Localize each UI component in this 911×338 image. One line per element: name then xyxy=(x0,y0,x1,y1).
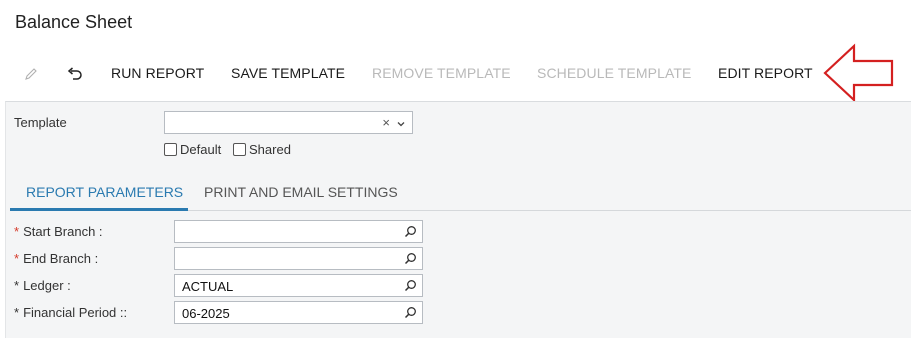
ledger-input[interactable]: ACTUAL xyxy=(174,274,423,297)
required-marker: * xyxy=(14,305,20,320)
start-branch-label-text: Start Branch : xyxy=(23,224,103,239)
ledger-value: ACTUAL xyxy=(182,279,234,294)
start-branch-label: * Start Branch : xyxy=(14,224,103,239)
toolbar: RUN REPORT SAVE TEMPLATE REMOVE TEMPLATE… xyxy=(0,60,911,88)
remove-template-button[interactable]: REMOVE TEMPLATE xyxy=(372,65,511,81)
end-branch-label-text: End Branch : xyxy=(23,251,99,266)
default-checkbox-label: Default xyxy=(180,142,222,157)
shared-checkbox-label: Shared xyxy=(249,142,291,157)
end-branch-label: * End Branch : xyxy=(14,251,98,266)
undo-icon[interactable] xyxy=(65,64,85,84)
save-template-button[interactable]: SAVE TEMPLATE xyxy=(231,65,345,81)
financial-period-input[interactable]: 06-2025 xyxy=(174,301,423,324)
ledger-label: * Ledger : xyxy=(14,278,71,293)
end-branch-input[interactable] xyxy=(174,247,423,270)
shared-checkbox[interactable]: Shared xyxy=(233,142,291,157)
template-select[interactable]: × xyxy=(164,111,413,134)
schedule-template-button[interactable]: SCHEDULE TEMPLATE xyxy=(537,65,691,81)
required-marker: * xyxy=(14,224,20,239)
default-checkbox-box[interactable] xyxy=(164,143,177,156)
search-icon[interactable] xyxy=(404,225,417,241)
run-report-button[interactable]: RUN REPORT xyxy=(111,65,204,81)
clear-icon[interactable]: × xyxy=(382,115,390,130)
edit-report-button[interactable]: EDIT REPORT xyxy=(718,65,813,81)
arrow-left-outline-icon xyxy=(822,43,896,108)
search-icon[interactable] xyxy=(404,279,417,295)
financial-period-value: 06-2025 xyxy=(182,306,230,321)
search-icon[interactable] xyxy=(404,252,417,268)
active-tab-indicator xyxy=(10,208,188,211)
financial-period-label-text: Financial Period :: xyxy=(23,305,128,320)
required-marker: * xyxy=(14,278,20,293)
template-label: Template xyxy=(14,115,67,130)
ledger-label-text: Ledger : xyxy=(23,278,71,293)
shared-checkbox-box[interactable] xyxy=(233,143,246,156)
search-icon[interactable] xyxy=(404,306,417,322)
page-title: Balance Sheet xyxy=(15,12,133,32)
required-marker: * xyxy=(14,251,20,266)
chevron-down-icon[interactable] xyxy=(396,116,406,134)
tab-bar: REPORT PARAMETERS PRINT AND EMAIL SETTIN… xyxy=(10,176,911,211)
default-checkbox[interactable]: Default xyxy=(164,142,221,157)
start-branch-input[interactable] xyxy=(174,220,423,243)
financial-period-label: * Financial Period :: xyxy=(14,305,127,320)
tab-print-and-email-settings[interactable]: PRINT AND EMAIL SETTINGS xyxy=(204,184,398,200)
pencil-icon[interactable] xyxy=(21,64,41,84)
report-form-panel xyxy=(5,101,911,338)
tab-report-parameters[interactable]: REPORT PARAMETERS xyxy=(26,184,183,200)
